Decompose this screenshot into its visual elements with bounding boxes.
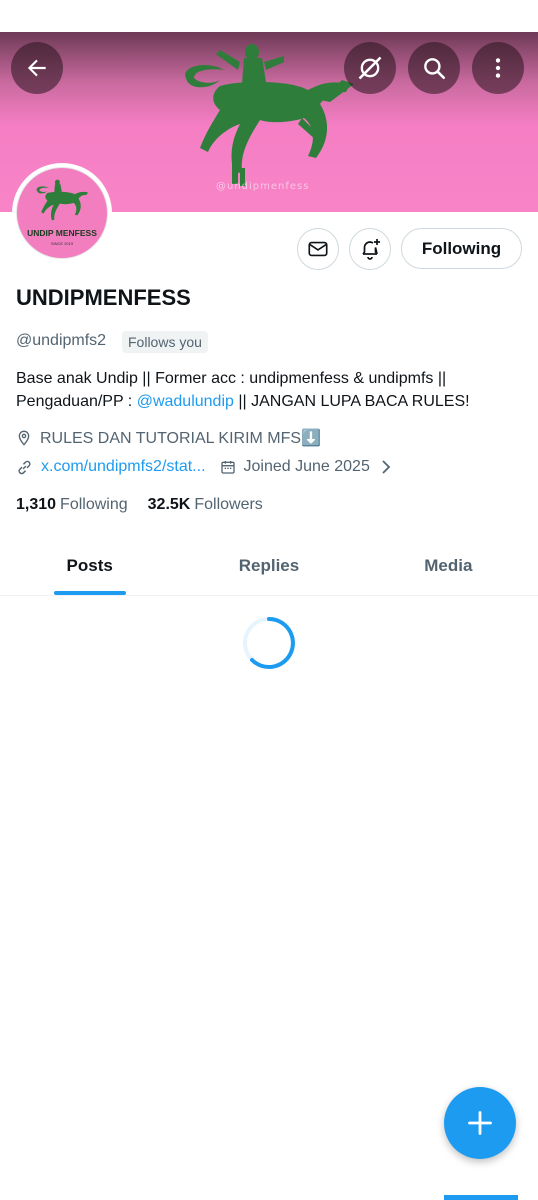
chevron-right-icon[interactable] <box>380 460 392 474</box>
avatar-title: UNDIP MENFESS <box>27 228 97 238</box>
bio-text-end: || JANGAN LUPA BACA RULES! <box>233 392 470 410</box>
bio-mention-link[interactable]: @wadulundip <box>137 393 234 410</box>
display-name: UNDIPMENFESS <box>16 285 191 310</box>
profile-avatar[interactable]: UNDIP MENFESS SINCE 2019 <box>12 163 112 263</box>
arrow-left-icon <box>27 59 46 77</box>
grok-icon <box>358 56 382 80</box>
link-icon <box>16 459 33 476</box>
following-label: Following <box>60 496 128 513</box>
message-button[interactable] <box>297 228 339 270</box>
tab-posts[interactable]: Posts <box>0 540 179 595</box>
profile-bio: Base anak Undip || Former acc : undipmen… <box>16 368 526 413</box>
following-stat[interactable]: 1,310 Following <box>16 496 128 514</box>
website-joined-row: x.com/undipmfs2/stat... Joined June 2025 <box>16 458 392 476</box>
mail-icon <box>308 241 328 257</box>
tab-media[interactable]: Media <box>359 540 538 595</box>
followers-count: 32.5K <box>147 496 191 513</box>
loading-spinner-icon <box>243 617 295 669</box>
followers-stat[interactable]: 32.5K Followers <box>148 496 263 514</box>
bell-plus-icon <box>362 239 380 260</box>
active-tab-indicator <box>54 591 126 595</box>
calendar-icon <box>220 459 236 475</box>
bottom-nav-sliver <box>444 1195 518 1200</box>
compose-post-button[interactable] <box>444 1087 516 1159</box>
following-count: 1,310 <box>16 496 57 513</box>
avatar-subtitle: SINCE 2019 <box>50 241 74 246</box>
horse-rider-logo <box>185 44 354 186</box>
status-bar <box>0 0 538 32</box>
profile-tabs: Posts Replies Media <box>0 540 538 596</box>
plus-icon <box>468 1111 492 1135</box>
notify-button[interactable] <box>349 228 391 270</box>
location-text: RULES DAN TUTORIAL KIRIM MFS⬇️ <box>40 430 321 447</box>
location-row: RULES DAN TUTORIAL KIRIM MFS⬇️ <box>16 428 321 448</box>
profile-handle: @undipmfs2 <box>16 332 107 349</box>
followers-label: Followers <box>194 496 263 513</box>
follows-you-badge: Follows you <box>122 331 208 353</box>
search-icon <box>424 58 446 80</box>
following-button[interactable]: Following <box>401 228 522 269</box>
search-button[interactable] <box>408 42 460 94</box>
joined-date: Joined June 2025 <box>243 458 370 475</box>
back-button[interactable] <box>11 42 63 94</box>
tab-replies[interactable]: Replies <box>179 540 358 595</box>
avatar-horse-logo <box>36 179 88 221</box>
banner-watermark: @undipmenfess <box>216 181 310 192</box>
avatar-image: UNDIP MENFESS SINCE 2019 <box>16 167 108 259</box>
more-vertical-icon <box>495 58 501 78</box>
more-options-button[interactable] <box>472 42 524 94</box>
location-pin-icon <box>16 429 32 447</box>
grok-button[interactable] <box>344 42 396 94</box>
website-link[interactable]: x.com/undipmfs2/stat... <box>41 458 206 476</box>
follow-stats: 1,310 Following 32.5K Followers <box>16 496 263 514</box>
